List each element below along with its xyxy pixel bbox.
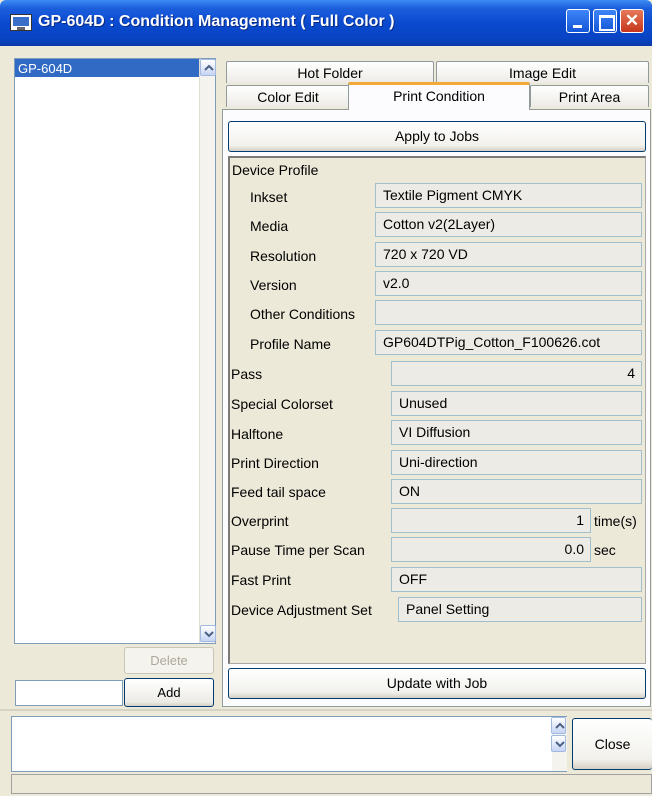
media-label: Media bbox=[250, 218, 289, 234]
minimize-button[interactable] bbox=[566, 9, 590, 33]
add-button[interactable]: Add bbox=[124, 678, 214, 707]
overprint-value: 1 bbox=[391, 508, 591, 533]
chevron-down-icon bbox=[204, 631, 214, 638]
message-scroll-up-button[interactable] bbox=[551, 717, 566, 734]
pause-time-value: 0.0 bbox=[391, 537, 591, 562]
status-bar bbox=[11, 774, 652, 794]
version-value: v2.0 bbox=[375, 271, 642, 296]
overprint-unit: time(s) bbox=[594, 513, 637, 529]
chevron-down-icon bbox=[555, 741, 565, 748]
special-colorset-label: Special Colorset bbox=[231, 396, 333, 412]
chevron-up-icon bbox=[204, 64, 214, 71]
device-profile-heading: Device Profile bbox=[232, 162, 319, 178]
pause-time-unit: sec bbox=[594, 542, 616, 558]
tab-color-edit[interactable]: Color Edit bbox=[226, 85, 350, 107]
condition-name-input[interactable] bbox=[15, 680, 123, 706]
message-scrollbar[interactable] bbox=[551, 717, 567, 771]
message-scroll-down-button[interactable] bbox=[551, 735, 566, 752]
resolution-label: Resolution bbox=[250, 248, 317, 264]
feed-tail-space-value: ON bbox=[391, 479, 642, 504]
fast-print-value: OFF bbox=[391, 567, 642, 592]
tab-print-area[interactable]: Print Area bbox=[530, 85, 649, 107]
list-scrollbar[interactable] bbox=[199, 59, 216, 643]
title-bar[interactable]: GP-604D : Condition Management ( Full Co… bbox=[0, 0, 652, 46]
list-item-gp-604d[interactable]: GP-604D bbox=[15, 59, 199, 77]
resolution-value: 720 x 720 VD bbox=[375, 242, 642, 267]
special-colorset-value: Unused bbox=[391, 391, 642, 416]
window-title: GP-604D : Condition Management ( Full Co… bbox=[38, 13, 395, 30]
close-button[interactable]: Close bbox=[572, 718, 652, 770]
minimize-icon bbox=[573, 25, 582, 28]
tab-image-edit[interactable]: Image Edit bbox=[436, 61, 649, 83]
fast-print-label: Fast Print bbox=[231, 572, 291, 588]
close-icon: ✕ bbox=[624, 11, 640, 30]
feed-tail-space-label: Feed tail space bbox=[231, 484, 326, 500]
pass-label: Pass bbox=[231, 366, 263, 382]
condition-list[interactable]: GP-604D bbox=[14, 58, 216, 644]
scroll-up-button[interactable] bbox=[200, 59, 216, 76]
other-conditions-value bbox=[375, 300, 642, 325]
apply-to-jobs-button[interactable]: Apply to Jobs bbox=[228, 121, 646, 152]
inkset-label: Inkset bbox=[250, 189, 288, 205]
profile-name-label: Profile Name bbox=[250, 336, 331, 352]
bottom-divider bbox=[0, 709, 652, 711]
tab-print-condition[interactable]: Print Condition bbox=[348, 82, 530, 110]
halftone-value: VI Diffusion bbox=[391, 420, 642, 445]
media-value: Cotton v2(2Layer) bbox=[375, 212, 642, 237]
print-direction-value: Uni-direction bbox=[391, 450, 642, 475]
inkset-value: Textile Pigment CMYK bbox=[375, 183, 642, 208]
device-adjustment-set-label: Device Adjustment Set bbox=[231, 602, 372, 618]
version-label: Version bbox=[250, 277, 297, 293]
tab-hot-folder[interactable]: Hot Folder bbox=[226, 61, 434, 83]
scroll-down-button[interactable] bbox=[200, 625, 216, 642]
pause-time-label: Pause Time per Scan bbox=[231, 542, 365, 558]
chevron-up-icon bbox=[555, 722, 565, 729]
message-box[interactable] bbox=[11, 716, 567, 772]
maximize-button[interactable] bbox=[593, 9, 617, 33]
monitor-icon bbox=[10, 14, 32, 31]
device-adjustment-set-value: Panel Setting bbox=[398, 597, 642, 622]
print-direction-label: Print Direction bbox=[231, 455, 319, 471]
maximize-icon bbox=[599, 15, 615, 31]
profile-name-value: GP604DTPig_Cotton_F100626.cot bbox=[375, 330, 642, 355]
overprint-label: Overprint bbox=[231, 513, 289, 529]
halftone-label: Halftone bbox=[231, 426, 284, 442]
pass-value: 4 bbox=[391, 361, 642, 386]
other-conditions-label: Other Conditions bbox=[250, 306, 356, 322]
update-with-job-button[interactable]: Update with Job bbox=[228, 668, 646, 699]
delete-button[interactable]: Delete bbox=[124, 647, 214, 674]
close-window-button[interactable]: ✕ bbox=[620, 9, 644, 33]
